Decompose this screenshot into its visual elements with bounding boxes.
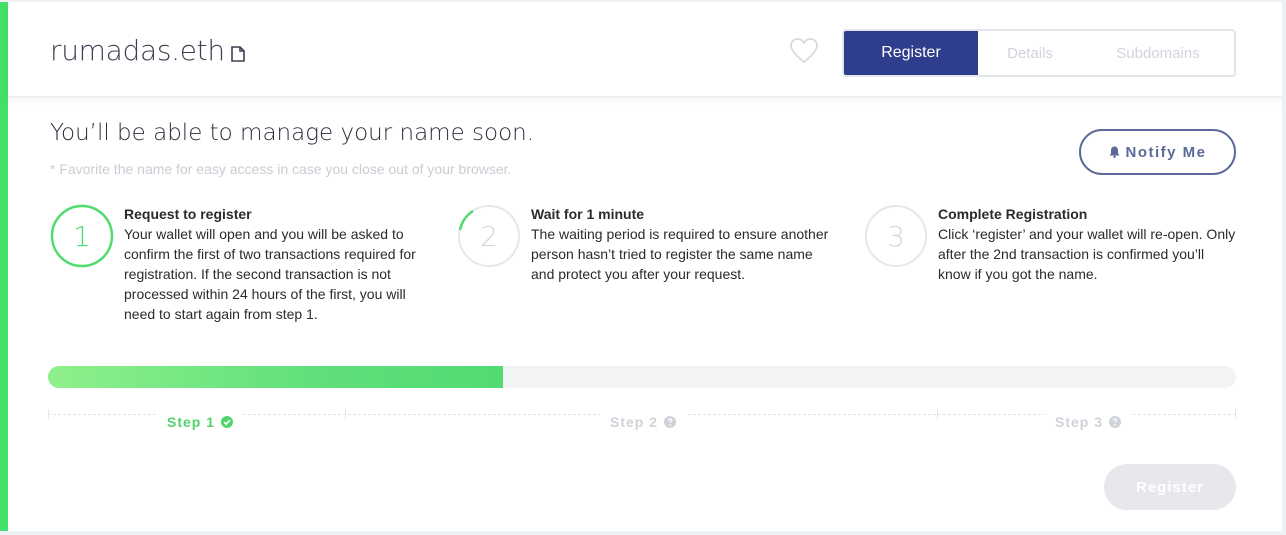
- registration-card: rumadas.eth Register Details Subdomains …: [0, 2, 1282, 531]
- registration-progress-fill: [48, 366, 503, 388]
- step-3-progress-ring: 3: [865, 205, 927, 267]
- step-2-label: Step 2: [600, 413, 687, 431]
- step-1-title: Request to register: [124, 206, 252, 222]
- step-3-number: 3: [887, 220, 905, 253]
- step-labels: Step 1 Step 2 Step 3: [48, 402, 1236, 442]
- step-3-label: Step 3: [1045, 413, 1132, 431]
- bell-icon: [1109, 146, 1119, 158]
- notify-me-button[interactable]: Notify Me: [1079, 129, 1236, 175]
- step-2-description: The waiting period is required to ensure…: [531, 226, 829, 282]
- domain-title: rumadas.eth: [50, 34, 245, 67]
- step-2-number: 2: [480, 220, 498, 253]
- check-circle-icon: [221, 416, 234, 428]
- copy-document-icon[interactable]: [230, 45, 245, 62]
- step-3-description: Click ‘register’ and your wallet will re…: [938, 226, 1236, 282]
- favorite-heart-icon[interactable]: [790, 38, 818, 64]
- step-1-label: Step 1: [157, 413, 244, 431]
- step-3-text: Complete Registration Click ‘register’ a…: [938, 204, 1238, 284]
- step-2-progress-ring: 2: [458, 205, 520, 267]
- step-3-label-text: Step 3: [1055, 414, 1104, 430]
- register-button[interactable]: Register: [1104, 464, 1236, 510]
- tab-bar: Register Details Subdomains: [842, 29, 1236, 77]
- tab-subdomains[interactable]: Subdomains: [1082, 31, 1234, 75]
- step-1-progress-ring: 1: [50, 204, 114, 268]
- tab-register[interactable]: Register: [844, 31, 978, 75]
- step-1-number: 1: [73, 220, 91, 253]
- step-1-description: Your wallet will open and you will be as…: [124, 226, 416, 322]
- step-2-text: Wait for 1 minute The waiting period is …: [531, 204, 831, 284]
- status-accent-bar: [0, 2, 8, 531]
- help-circle-icon: [1109, 416, 1122, 428]
- step-2-title: Wait for 1 minute: [531, 206, 645, 222]
- notify-me-label: Notify Me: [1125, 143, 1207, 161]
- registration-progress-bar: [48, 366, 1236, 388]
- page-title: You’ll be able to manage your name soon.: [50, 120, 535, 146]
- tab-details[interactable]: Details: [978, 31, 1082, 75]
- step-3-title: Complete Registration: [938, 206, 1088, 222]
- step-2-label-text: Step 2: [610, 414, 659, 430]
- header: rumadas.eth Register Details Subdomains: [8, 2, 1282, 98]
- step-1-text: Request to register Your wallet will ope…: [124, 204, 424, 324]
- step-1-label-text: Step 1: [167, 414, 216, 430]
- favorite-hint: * Favorite the name for easy access in c…: [50, 161, 512, 177]
- domain-name: rumadas.eth: [50, 34, 225, 67]
- help-circle-icon: [664, 416, 677, 428]
